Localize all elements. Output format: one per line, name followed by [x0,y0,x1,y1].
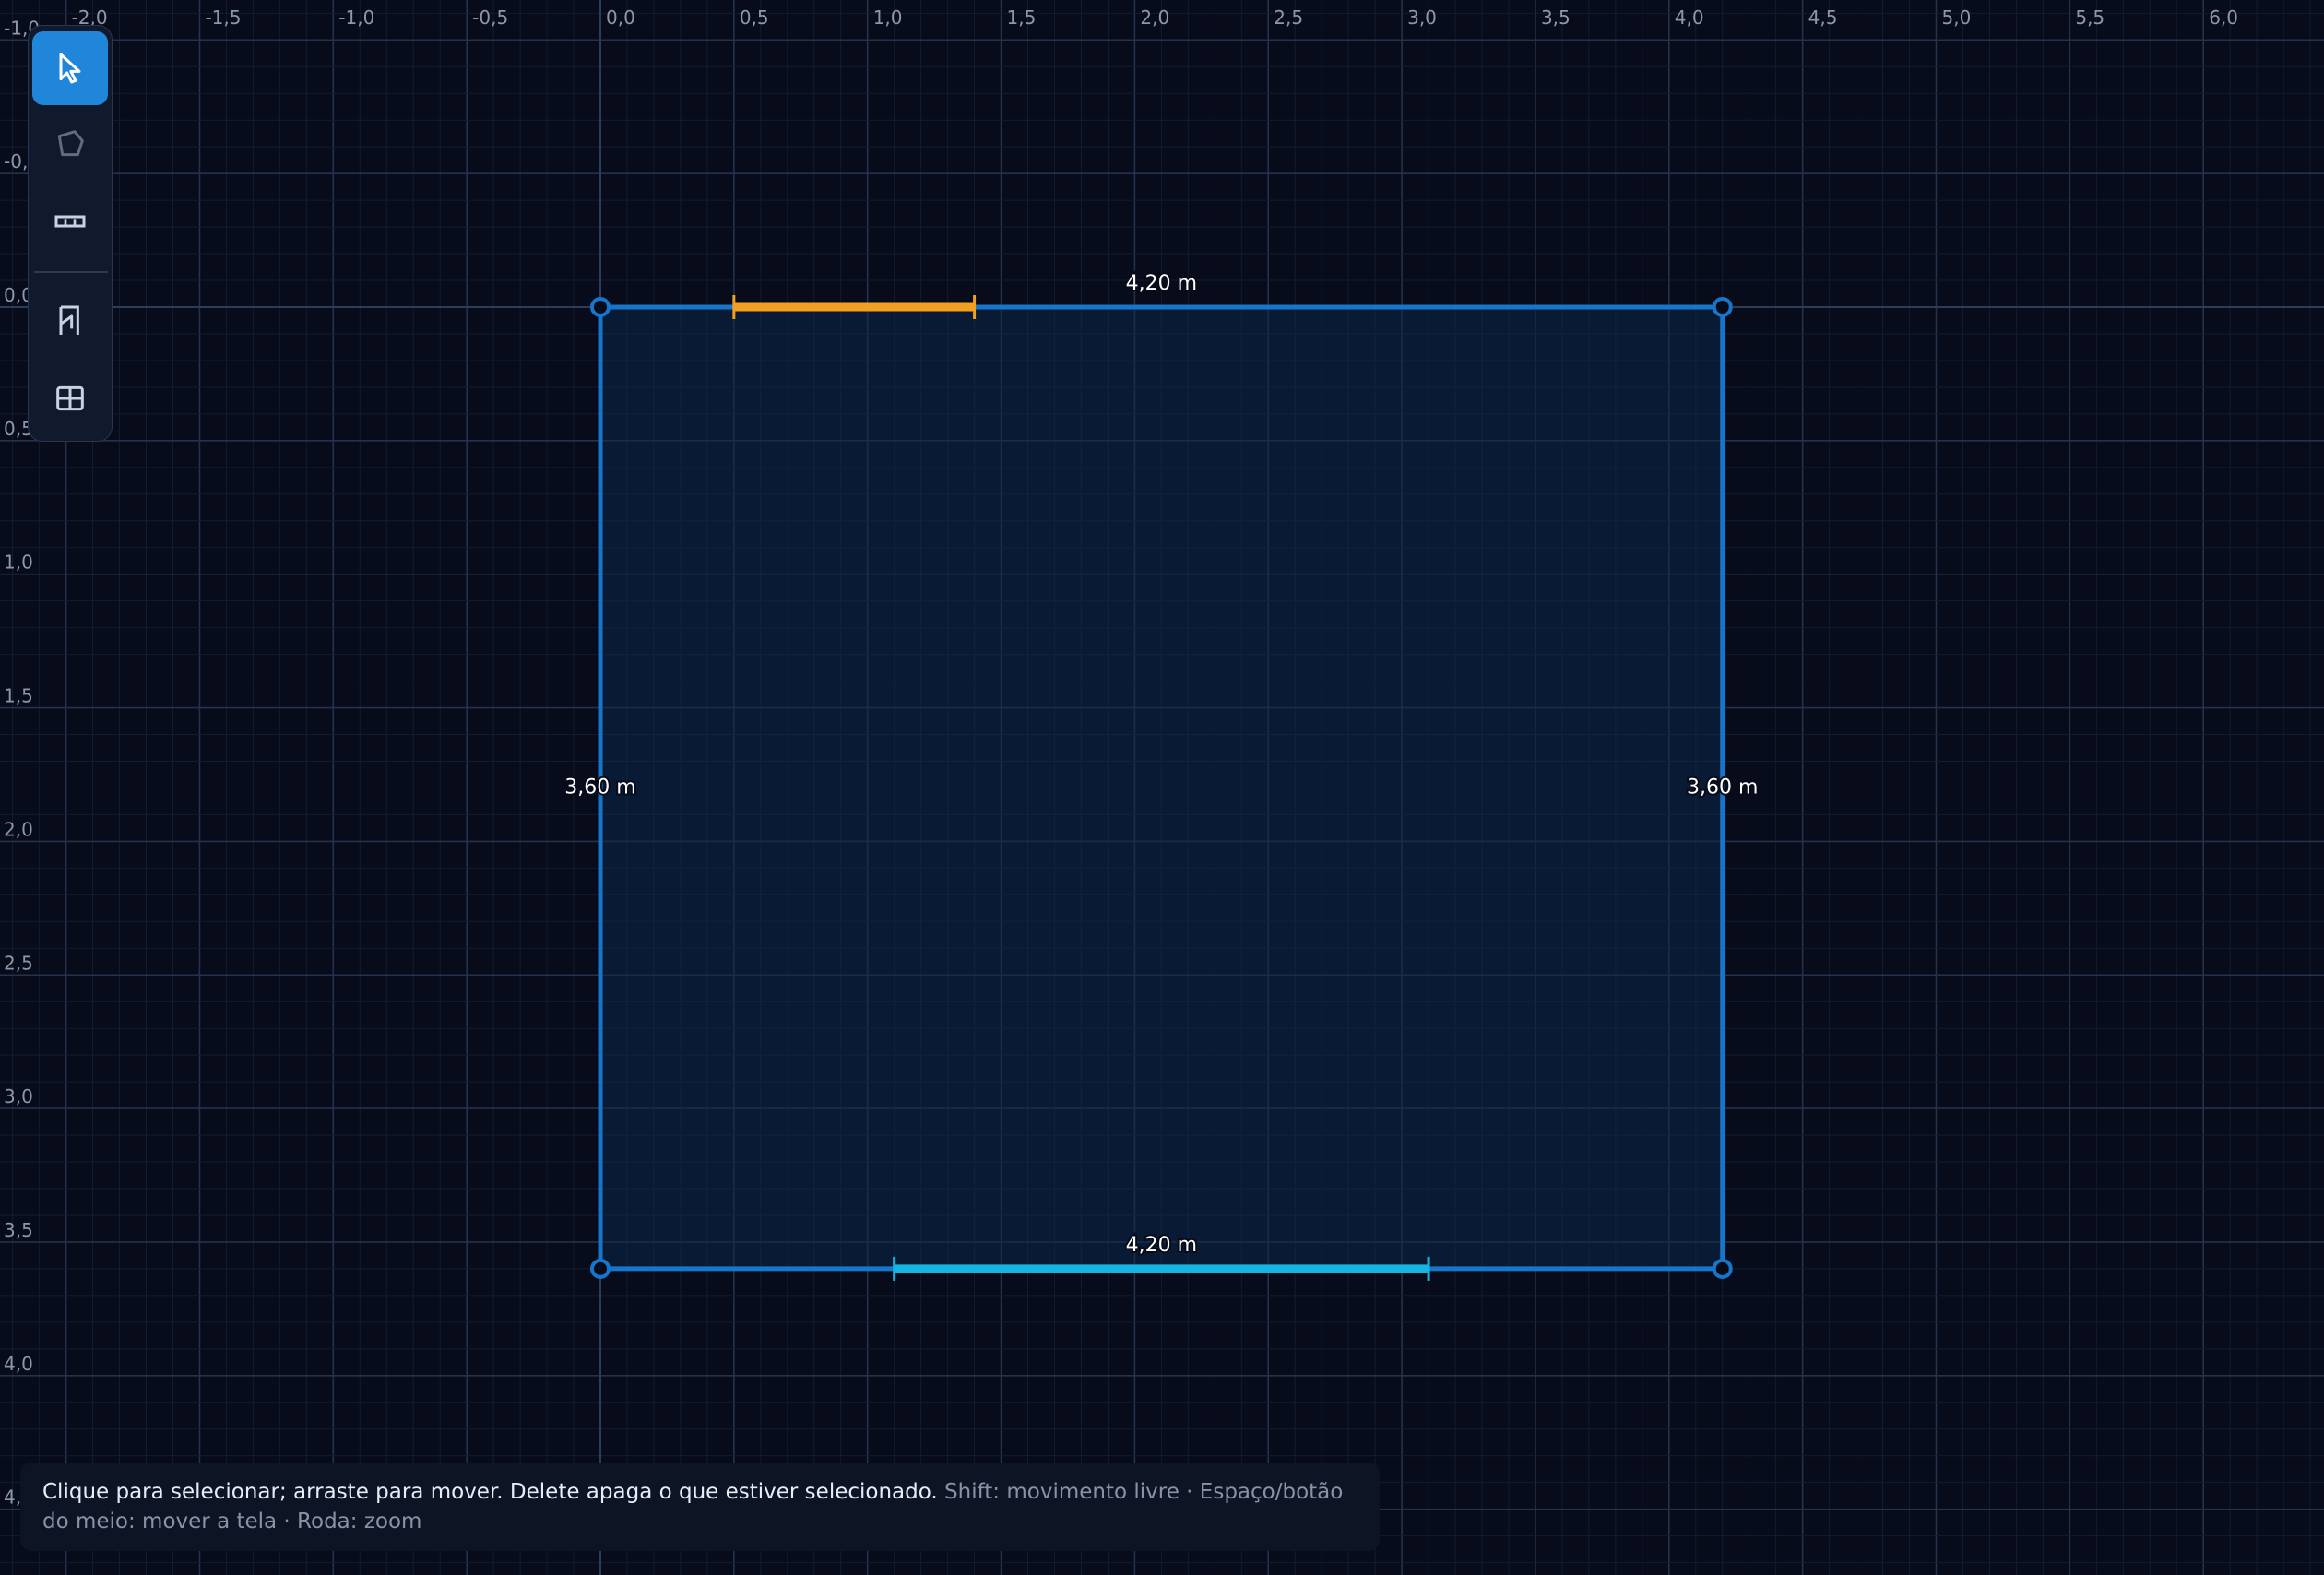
cursor-arrow-icon [59,53,81,84]
ruler-y-tick-label: 3,5 [4,1219,33,1241]
ruler-x-tick-label: -0,5 [472,6,508,29]
corner-handle [1712,297,1733,317]
wall-segment-icon [54,215,86,228]
draw-room-tool-button[interactable] [32,107,108,181]
ruler-y-tick-label: 1,0 [4,551,33,574]
ruler-y-tick-label: 2,5 [4,952,33,974]
floorplan-canvas[interactable]: -2,0 -1,5 -1,0 -0,5 0,0 0,5 1,0 1,5 2,0 2,5 3,0 3,5… [0,0,2324,1575]
status-main-text: Clique para selecionar; arraste para mov… [42,1480,938,1504]
ruler-x-tick-label: 4,5 [1808,6,1838,29]
ruler-x-tick-label: 0,5 [740,6,769,29]
room-fill [600,307,1723,1269]
ruler-x-tick-label: -1,0 [338,6,374,29]
ruler-x-tick-label: 0,0 [606,6,635,29]
polygon-icon [57,130,84,157]
dimension-label-left: 3,60 m [564,776,635,799]
ruler-y-tick-label: 2,0 [4,818,33,840]
corner-handle [1712,1258,1733,1279]
corner-handle [590,1258,611,1279]
dimension-label-right: 3,60 m [1687,776,1758,799]
window-icon [56,385,84,411]
door-tool-button[interactable] [32,284,108,358]
ruler-x-tick-label: 6,0 [2209,6,2238,29]
status-bar: Clique para selecionar; arraste para mov… [20,1462,1380,1551]
corner-handle [590,297,611,317]
ruler-x-tick-label: 2,5 [1274,6,1303,29]
ruler-x-tick-label: 5,0 [1942,6,1972,29]
wall-tool-button[interactable] [32,184,108,258]
select-tool-button[interactable] [32,31,108,105]
window-tool-button[interactable] [32,361,108,435]
ruler-x-tick-label: 1,0 [873,6,903,29]
ruler-y-tick-label: 3,0 [4,1085,33,1107]
door-icon [59,305,79,335]
ruler-y-tick-label: 1,5 [4,685,33,707]
tool-palette [28,25,113,442]
ruler-x-tick-label: -1,5 [205,6,241,29]
ruler-x-tick-label: 3,0 [1407,6,1437,29]
dimension-label-top: 4,20 m [1126,272,1197,295]
ruler-x-tick-label: 1,5 [1007,6,1037,29]
ruler-x-tick-label: 5,5 [2075,6,2105,29]
ruler-x-tick-label: 2,0 [1140,6,1169,29]
ruler-x-tick-label: 3,5 [1541,6,1571,29]
ruler-x-tick-label: 4,0 [1675,6,1704,29]
ruler-y-tick-label: 4,0 [4,1353,33,1375]
dimension-label-bottom: 4,20 m [1126,1234,1197,1257]
toolbar-divider [34,271,108,273]
